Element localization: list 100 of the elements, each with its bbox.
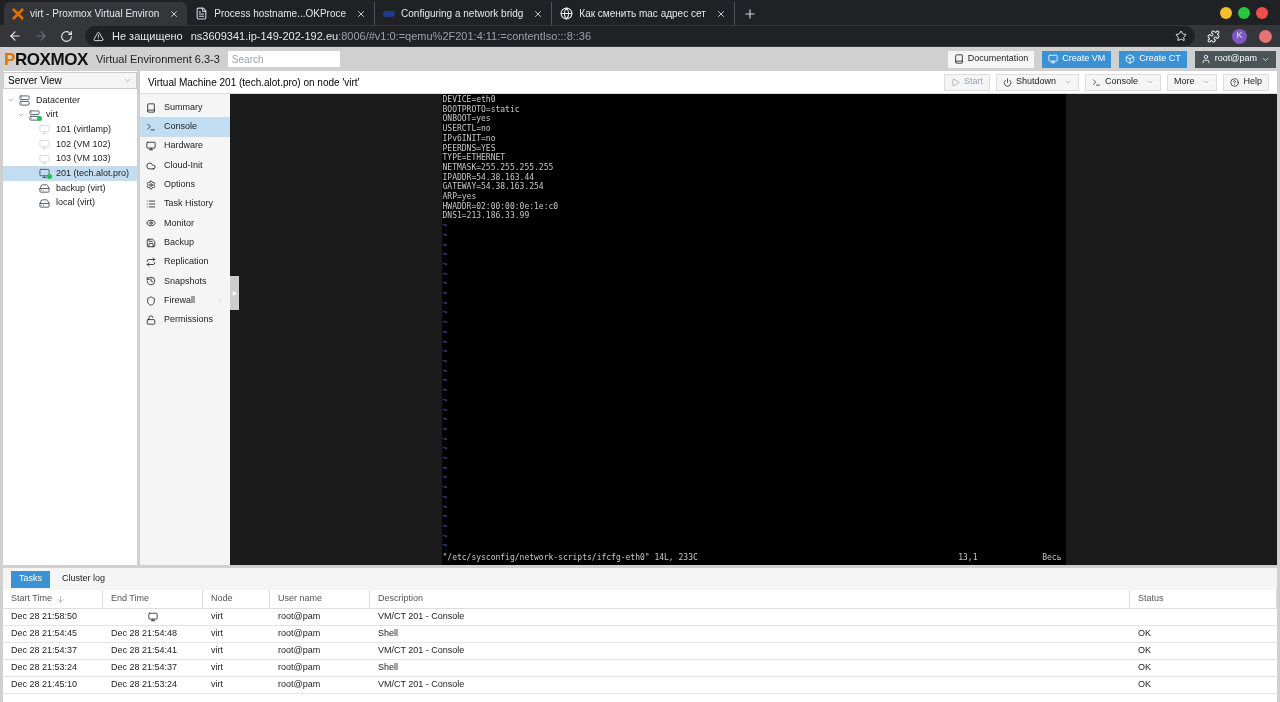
toolbar-button[interactable]: Help bbox=[1223, 73, 1269, 91]
toolbar-button[interactable]: Console bbox=[1084, 73, 1161, 91]
tree-label: 201 (tech.alot.pro) bbox=[56, 167, 130, 181]
table-cell: OK bbox=[1130, 660, 1277, 677]
table-cell: Dec 28 21:54:45 bbox=[3, 626, 103, 643]
view-select[interactable]: Server View bbox=[3, 72, 137, 89]
column-header[interactable]: Node bbox=[203, 590, 270, 609]
terminal-line: HWADDR=02:00:00:0e:1e:c0 bbox=[442, 201, 559, 211]
table-cell: OK bbox=[1130, 677, 1277, 694]
close-icon bbox=[169, 8, 180, 19]
documentation-button[interactable]: Documentation bbox=[947, 50, 1035, 68]
column-header[interactable]: Start Time bbox=[3, 590, 103, 609]
proxmox-logo: PROXMOX bbox=[4, 50, 88, 68]
table-cell: Dec 28 21:45:10 bbox=[3, 677, 103, 694]
menu-item[interactable]: Console bbox=[140, 117, 230, 137]
tree-item[interactable]: 201 (tech.alot.pro) bbox=[3, 166, 137, 182]
empty-line-marker: ~ bbox=[442, 279, 448, 290]
content-title: Virtual Machine 201 (tech.alot.pro) on node 'virt' bbox=[148, 75, 361, 90]
back-icon[interactable] bbox=[8, 29, 22, 43]
menu-item[interactable]: Options bbox=[140, 175, 230, 195]
maximize-button[interactable] bbox=[1238, 7, 1250, 19]
panel-tab[interactable]: Cluster log bbox=[54, 570, 114, 588]
collapse-handle[interactable] bbox=[230, 276, 239, 310]
empty-line-marker: ~ bbox=[442, 298, 448, 309]
table-cell: root@pam bbox=[270, 677, 370, 694]
close-icon bbox=[715, 8, 726, 19]
minimize-button[interactable] bbox=[1220, 7, 1232, 19]
tree-item[interactable]: 102 (VM 102) bbox=[3, 137, 137, 152]
menu-item[interactable]: Replication bbox=[140, 252, 230, 272]
page-icon bbox=[195, 7, 209, 20]
column-header[interactable]: End Time bbox=[103, 590, 203, 609]
terminal-line: IPv6INIT=no bbox=[442, 133, 496, 144]
menu-item[interactable]: Summary bbox=[140, 98, 230, 118]
monitor-icon bbox=[39, 124, 50, 136]
power-icon bbox=[1002, 77, 1012, 87]
menu-item[interactable]: Firewall bbox=[140, 290, 230, 311]
storage-icon bbox=[39, 182, 50, 194]
sort-arrow-icon bbox=[56, 594, 65, 604]
tree-label: 103 (VM 103) bbox=[56, 152, 111, 166]
forward-icon[interactable] bbox=[34, 29, 48, 43]
table-cell: root@pam bbox=[270, 660, 370, 677]
table-cell: OK bbox=[1130, 626, 1277, 643]
user-icon bbox=[1200, 54, 1211, 64]
tree-item[interactable]: 101 (virtlamp) bbox=[3, 122, 137, 138]
empty-line-marker: ~ bbox=[442, 289, 448, 299]
column-header[interactable]: Status bbox=[1130, 590, 1277, 609]
menu-item[interactable]: Cloud-Init bbox=[140, 155, 230, 176]
close-button[interactable] bbox=[1256, 7, 1268, 19]
empty-line-marker: ~ bbox=[442, 337, 448, 348]
table-cell: Dec 28 21:54:37 bbox=[3, 643, 103, 660]
address-bar[interactable]: Не защищено ns3609341.ip-149-202-192.eu:8006/#v1:0:=qemu%2F201:4:11:=contentIso:::8::36 bbox=[85, 26, 1195, 46]
cursor-position: 13,1 bbox=[958, 553, 979, 563]
menu-item[interactable]: Backup bbox=[140, 233, 230, 253]
bookmark-icon[interactable] bbox=[1175, 30, 1187, 42]
tree-item[interactable]: backup (virt) bbox=[3, 181, 137, 196]
menu-item[interactable]: Monitor bbox=[140, 213, 230, 234]
table-cell: VM/CT 201 - Console bbox=[370, 677, 1130, 694]
url-text: ns3609341.ip-149-202-192.eu:8006/#v1:0:=qemu%2F201:4:11:=contentIso:::8::36 bbox=[190, 28, 592, 44]
book-icon bbox=[953, 54, 964, 64]
extension-icon[interactable] bbox=[1259, 29, 1272, 43]
table-cell: Dec 28 21:54:48 bbox=[103, 626, 203, 643]
browser-tab[interactable]: virt - Proxmox Virtual Environ bbox=[4, 2, 188, 25]
menu-item[interactable]: Snapshots bbox=[140, 271, 230, 291]
table-cell: OK bbox=[1130, 643, 1277, 660]
monitor-icon bbox=[39, 153, 50, 165]
terminal-line: DEVICE=eth0 bbox=[442, 95, 496, 105]
empty-line-marker: ~ bbox=[442, 434, 448, 445]
empty-line-marker: ~ bbox=[442, 512, 448, 522]
tree-item[interactable]: 103 (VM 103) bbox=[3, 151, 137, 167]
toolbar-button[interactable]: Shutdown bbox=[995, 73, 1079, 91]
menu-item[interactable]: Task History bbox=[140, 194, 230, 214]
column-header[interactable]: User name bbox=[270, 590, 370, 609]
empty-line-marker: ~ bbox=[442, 221, 448, 231]
monitor-icon bbox=[146, 141, 156, 152]
caret-icon bbox=[123, 76, 132, 85]
terminal-line: PEERDNS=YES bbox=[442, 143, 496, 153]
menu-item[interactable]: Hardware bbox=[140, 136, 230, 156]
user-menu-button[interactable]: root@pam bbox=[1194, 50, 1276, 68]
new-tab-icon[interactable] bbox=[742, 7, 757, 21]
table-cell: virt bbox=[203, 660, 270, 677]
menu-item[interactable]: Permissions bbox=[140, 310, 230, 330]
reload-icon[interactable] bbox=[60, 29, 73, 43]
profile-avatar[interactable]: K bbox=[1232, 28, 1247, 44]
empty-line-marker: ~ bbox=[442, 269, 448, 280]
warning-icon bbox=[93, 30, 104, 42]
terminal-line: ONBOOT=yes bbox=[442, 114, 491, 125]
site-icon bbox=[383, 10, 396, 17]
column-header[interactable]: Description bbox=[370, 590, 1130, 609]
tree-item[interactable]: local (virt) bbox=[3, 195, 137, 211]
empty-line-marker: ~ bbox=[442, 230, 448, 241]
empty-line-marker: ~ bbox=[442, 531, 448, 542]
tree-item[interactable]: virt bbox=[3, 107, 137, 123]
extensions-icon[interactable] bbox=[1207, 29, 1220, 43]
search-field[interactable]: Search bbox=[227, 51, 340, 67]
tree-label: 101 (virtlamp) bbox=[56, 122, 111, 136]
empty-line-marker: ~ bbox=[442, 405, 448, 416]
tree-item[interactable]: Datacenter bbox=[3, 93, 137, 108]
empty-line-marker: ~ bbox=[442, 473, 448, 484]
toolbar-button[interactable]: More bbox=[1166, 73, 1218, 91]
unlock-icon bbox=[146, 314, 156, 325]
